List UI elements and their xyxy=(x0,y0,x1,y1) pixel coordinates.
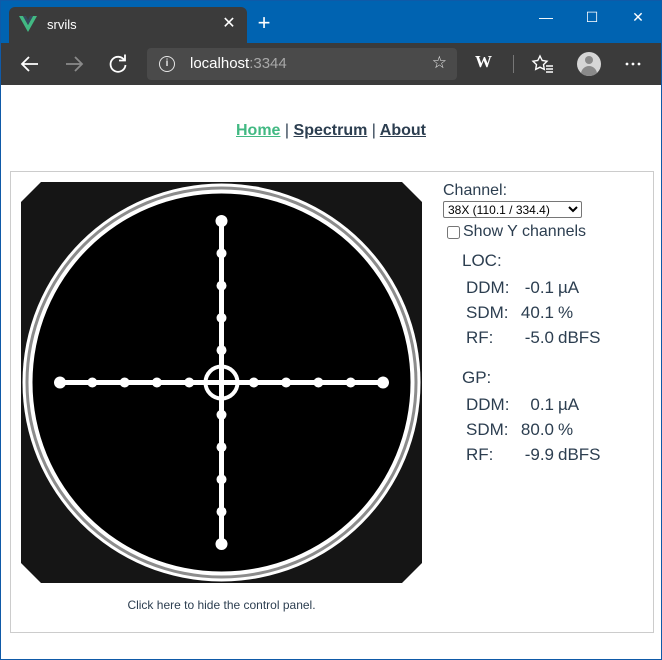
more-icon[interactable] xyxy=(621,52,645,76)
browser-toolbar: i localhost:3344 ☆ W xyxy=(1,43,661,85)
maximize-button[interactable]: ☐ xyxy=(569,1,615,33)
back-icon[interactable] xyxy=(18,52,42,76)
tab-title: srvils xyxy=(47,17,77,32)
main-nav: Home | Spectrum | About xyxy=(1,122,661,140)
favorites-icon[interactable] xyxy=(531,52,555,76)
browser-tab[interactable]: srvils ✕ xyxy=(9,7,247,43)
gp-needle xyxy=(61,380,382,385)
loc-ddm-row: DDM: -0.1 µA xyxy=(462,275,601,300)
toolbar-divider xyxy=(513,55,514,73)
loc-title: LOC: xyxy=(462,251,502,270)
nav-about-link[interactable]: About xyxy=(380,122,426,139)
show-y-channels-label: Show Y channels xyxy=(463,223,587,240)
info-icon[interactable]: i xyxy=(159,56,175,72)
loc-rf-value: -5.0 xyxy=(524,328,554,347)
gp-title: GP: xyxy=(462,368,492,387)
page-content: Home | Spectrum | About Click here to hi… xyxy=(1,85,661,659)
control-panel: Click here to hide the control panel. Ch… xyxy=(10,171,654,633)
show-y-channels-checkbox[interactable] xyxy=(447,225,460,239)
hide-control-panel-link[interactable]: Click here to hide the control panel. xyxy=(11,598,432,612)
loc-sdm-row: SDM: 40.1 % xyxy=(462,300,601,325)
address-bar[interactable]: i localhost:3344 ☆ xyxy=(147,48,457,80)
title-bar: srvils ✕ + — ☐ ✕ xyxy=(1,1,661,43)
loc-rf-row: RF: -5.0 dBFS xyxy=(462,325,601,350)
gp-ddm-row: DDM: 0.1 µA xyxy=(462,392,601,417)
close-tab-icon[interactable]: ✕ xyxy=(219,14,239,34)
browser-window: srvils ✕ + — ☐ ✕ i localhost:3344 ☆ W Ho… xyxy=(0,0,662,660)
loc-sdm-value: 40.1 xyxy=(520,303,554,322)
gp-rf-row: RF: -9.9 dBFS xyxy=(462,442,601,467)
gp-sdm-row: SDM: 80.0 % xyxy=(462,417,601,442)
nav-separator: | xyxy=(371,122,376,139)
forward-icon[interactable] xyxy=(62,52,86,76)
channel-label: Channel: xyxy=(443,182,508,199)
profile-icon[interactable] xyxy=(577,52,601,76)
wikipedia-extension-icon[interactable]: W xyxy=(475,52,492,72)
address-text[interactable]: localhost:3344 xyxy=(190,55,287,72)
gp-sdm-value: 80.0 xyxy=(520,420,554,439)
close-window-button[interactable]: ✕ xyxy=(615,1,661,33)
nav-spectrum-link[interactable]: Spectrum xyxy=(294,122,368,139)
new-tab-icon[interactable]: + xyxy=(254,12,274,34)
loc-ddm-value: -0.1 xyxy=(524,278,554,297)
gp-rf-value: -9.9 xyxy=(524,445,554,464)
minimize-button[interactable]: — xyxy=(523,1,569,33)
readouts: LOC: DDM: -0.1 µA SDM: 40.1 % RF: -5.0 d… xyxy=(462,251,601,467)
star-icon[interactable]: ☆ xyxy=(432,53,447,73)
show-y-channels-toggle[interactable]: Show Y channels xyxy=(443,223,653,241)
ils-indicator xyxy=(21,182,422,583)
channel-controls: Channel: 38X (110.1 / 334.4) Show Y chan… xyxy=(443,182,653,241)
gp-ddm-value: 0.1 xyxy=(530,395,554,414)
nav-separator: | xyxy=(284,122,290,139)
nav-home-link[interactable]: Home xyxy=(236,122,280,139)
vue-logo-icon xyxy=(19,16,37,32)
refresh-icon[interactable] xyxy=(106,52,130,76)
channel-select[interactable]: 38X (110.1 / 334.4) xyxy=(443,201,582,218)
